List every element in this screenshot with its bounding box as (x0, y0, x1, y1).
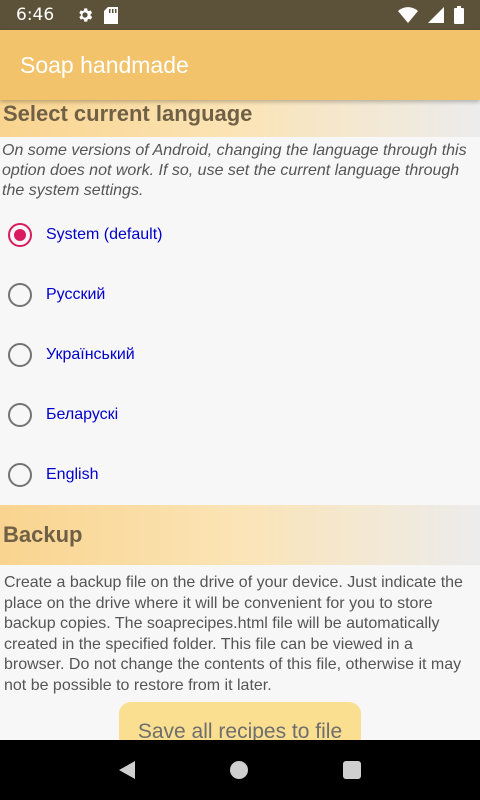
language-section-header: Select current language (0, 100, 480, 137)
language-option-label[interactable]: Русский (46, 286, 105, 304)
status-right (398, 6, 464, 24)
language-option-label[interactable]: English (46, 466, 98, 484)
language-option-label[interactable]: Український (46, 346, 135, 364)
status-time: 6:46 (16, 5, 55, 25)
radio-unchecked-icon[interactable] (8, 343, 32, 367)
status-bar: 6:46 (0, 0, 480, 30)
language-option-english[interactable]: English (0, 445, 480, 505)
language-option-label[interactable]: Беларускі (46, 406, 118, 424)
language-option-label[interactable]: System (default) (46, 226, 162, 244)
battery-icon (454, 6, 464, 24)
navigation-bar (0, 740, 480, 800)
backup-section-header: Backup (0, 505, 480, 565)
radio-unchecked-icon[interactable] (8, 283, 32, 307)
save-recipes-button[interactable]: Save all recipes to file (119, 702, 361, 740)
status-left: 6:46 (16, 5, 119, 25)
app-bar: Soap handmade (0, 30, 480, 100)
language-section-title: Select current language (3, 101, 253, 126)
sd-card-icon (104, 6, 119, 24)
wifi-icon (398, 7, 418, 23)
back-icon[interactable] (119, 761, 135, 779)
radio-unchecked-icon[interactable] (8, 463, 32, 487)
backup-description: Create a backup file on the drive of you… (4, 574, 463, 694)
settings-content[interactable]: Select current language On some versions… (0, 100, 480, 740)
recents-icon[interactable] (343, 761, 361, 779)
app-title: Soap handmade (20, 51, 189, 78)
radio-unchecked-icon[interactable] (8, 403, 32, 427)
backup-section-title: Backup (3, 522, 83, 547)
home-icon[interactable] (230, 761, 248, 779)
signal-icon (428, 7, 444, 23)
language-radio-group: System (default) Русский Український Бел… (0, 201, 480, 505)
language-option-belarusian[interactable]: Беларускі (0, 385, 480, 445)
language-option-ukrainian[interactable]: Український (0, 325, 480, 385)
radio-checked-icon[interactable] (8, 223, 32, 247)
language-option-russian[interactable]: Русский (0, 265, 480, 325)
settings-gear-icon (79, 8, 93, 22)
language-note: On some versions of Android, changing th… (2, 142, 467, 199)
language-option-system[interactable]: System (default) (0, 205, 480, 265)
